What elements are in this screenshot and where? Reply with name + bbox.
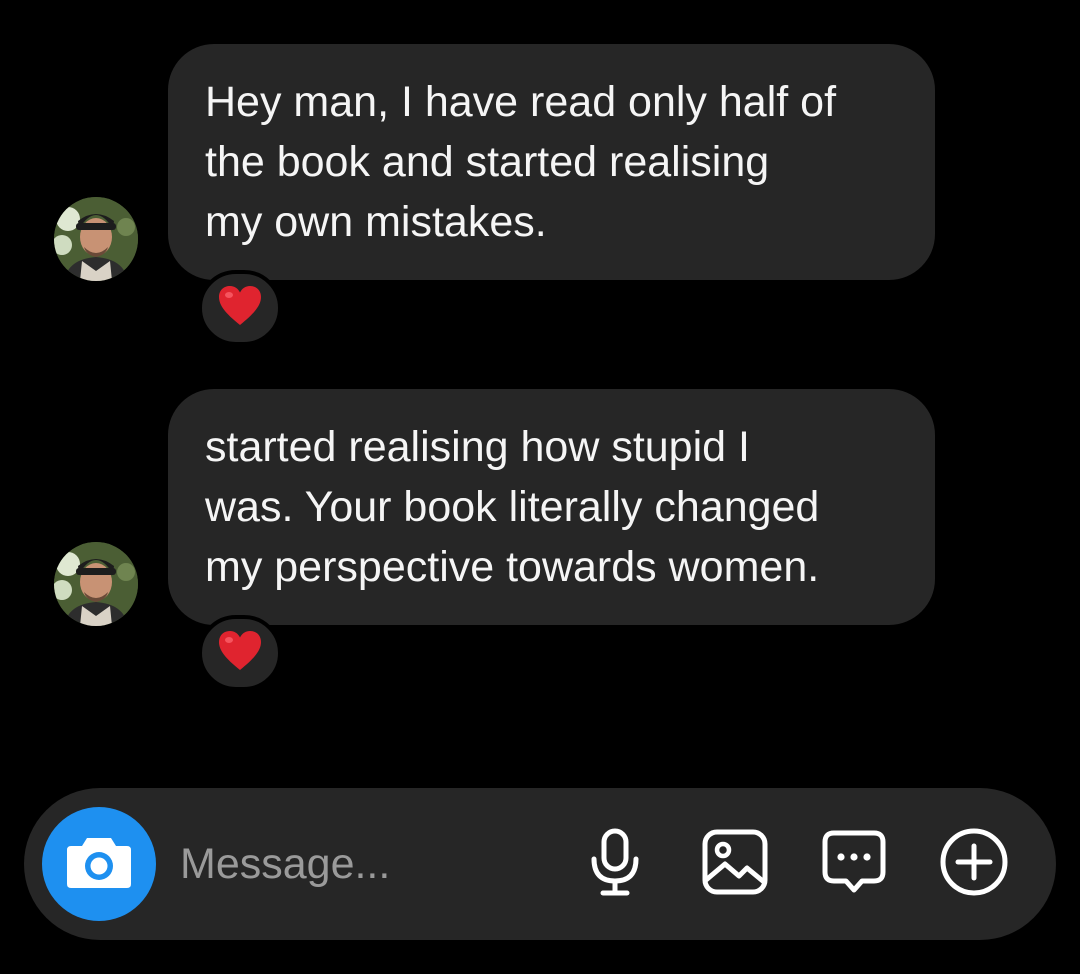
heart-reaction-icon — [217, 630, 263, 677]
add-icon — [939, 827, 1009, 902]
message-composer — [24, 788, 1056, 940]
message-bubble[interactable]: started realising how stupid I was. Your… — [168, 389, 935, 625]
voice-message-button[interactable] — [579, 828, 651, 900]
heart-reaction-icon — [217, 285, 263, 332]
message-bubble[interactable]: Hey man, I have read only half of the bo… — [168, 44, 935, 280]
reaction-badge[interactable] — [198, 615, 282, 691]
camera-icon — [65, 834, 133, 895]
reaction-badge[interactable] — [198, 270, 282, 346]
microphone-icon — [587, 827, 643, 902]
sender-avatar[interactable] — [54, 542, 138, 626]
camera-button[interactable] — [42, 807, 156, 921]
sticker-chat-icon — [820, 828, 888, 901]
gallery-button[interactable] — [699, 828, 771, 900]
sticker-button[interactable] — [818, 828, 890, 900]
gallery-icon — [701, 828, 769, 901]
message-group: Hey man, I have read only half of the bo… — [0, 44, 1080, 354]
more-options-button[interactable] — [938, 828, 1010, 900]
message-input[interactable] — [180, 834, 560, 894]
sender-avatar[interactable] — [54, 197, 138, 281]
message-group: started realising how stupid I was. Your… — [0, 389, 1080, 699]
